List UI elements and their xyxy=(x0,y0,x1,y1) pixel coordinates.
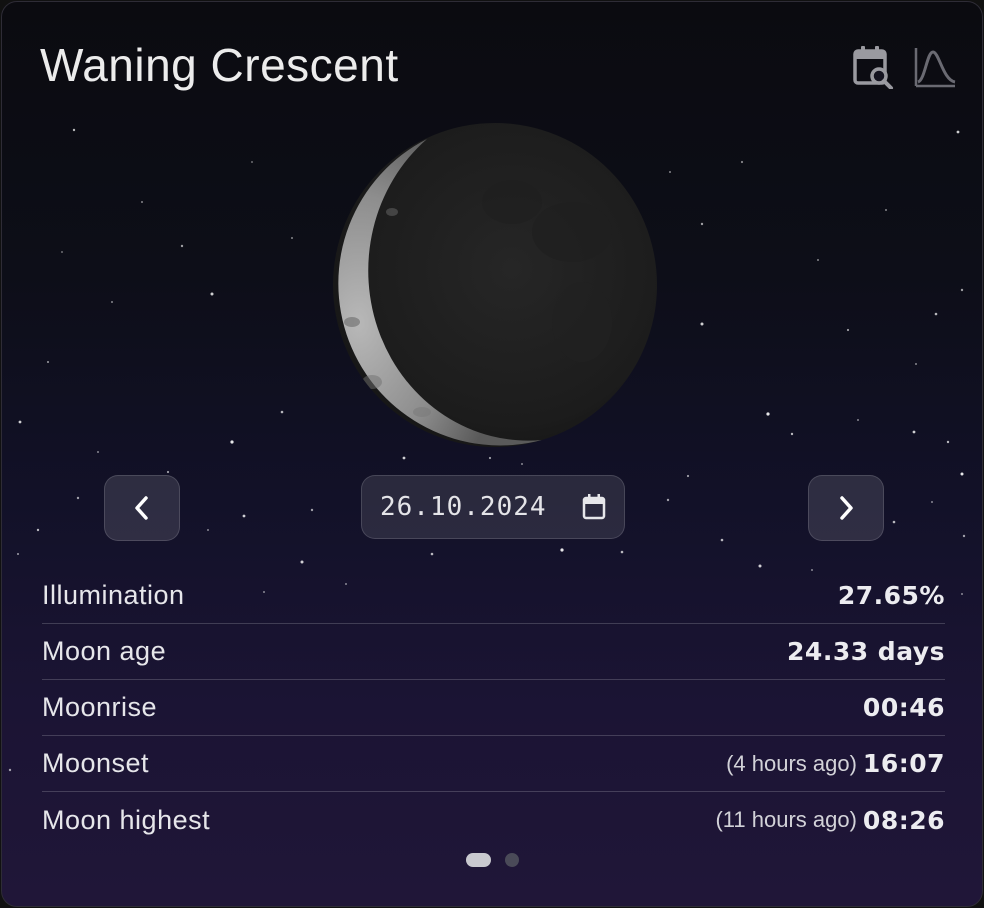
row-value: 24.33 days xyxy=(787,637,945,666)
date-input[interactable]: 26.10.2024 xyxy=(361,475,625,539)
chevron-right-icon xyxy=(840,496,853,520)
page-dot-1[interactable] xyxy=(466,853,491,867)
row-label: Moonrise xyxy=(42,692,158,722)
row-moonset: Moonset (4 hours ago) 16:07 xyxy=(42,736,945,792)
calendar-icon[interactable] xyxy=(582,494,606,520)
row-moonrise: Moonrise 00:46 xyxy=(42,680,945,736)
row-moon-age: Moon age 24.33 days xyxy=(42,624,945,680)
chevron-left-icon xyxy=(135,496,148,520)
row-label: Illumination xyxy=(42,580,185,610)
moon-image xyxy=(333,123,657,447)
date-value: 26.10.2024 xyxy=(380,492,547,522)
row-value: 16:07 xyxy=(862,749,945,778)
row-value: 08:26 xyxy=(862,805,945,835)
row-value: 00:46 xyxy=(862,693,945,722)
moon-info-list: Illumination 27.65% Moon age 24.33 days … xyxy=(42,568,945,848)
row-label: Moon age xyxy=(42,636,167,666)
pagination-dots xyxy=(466,853,519,867)
calendar-search-button[interactable] xyxy=(850,44,896,90)
row-relative-time: (11 hours ago) xyxy=(715,807,857,832)
previous-day-button[interactable] xyxy=(104,475,180,541)
next-day-button[interactable] xyxy=(808,475,884,541)
moon-chart-icon xyxy=(914,48,956,88)
phase-title: Waning Crescent xyxy=(40,39,399,91)
moon-chart-button[interactable] xyxy=(912,44,958,90)
page-dot-2[interactable] xyxy=(505,853,519,867)
row-label: Moonset xyxy=(42,748,150,778)
moon-card: Waning Crescent 26.10.2024 Illumination … xyxy=(1,1,983,907)
row-illumination: Illumination 27.65% xyxy=(42,568,945,624)
row-value: 27.65% xyxy=(837,581,945,610)
row-relative-time: (4 hours ago) xyxy=(726,750,857,776)
calendar-search-icon xyxy=(853,46,893,89)
row-moon-highest: Moon highest (11 hours ago) 08:26 xyxy=(42,792,945,848)
row-label: Moon highest xyxy=(42,804,211,835)
